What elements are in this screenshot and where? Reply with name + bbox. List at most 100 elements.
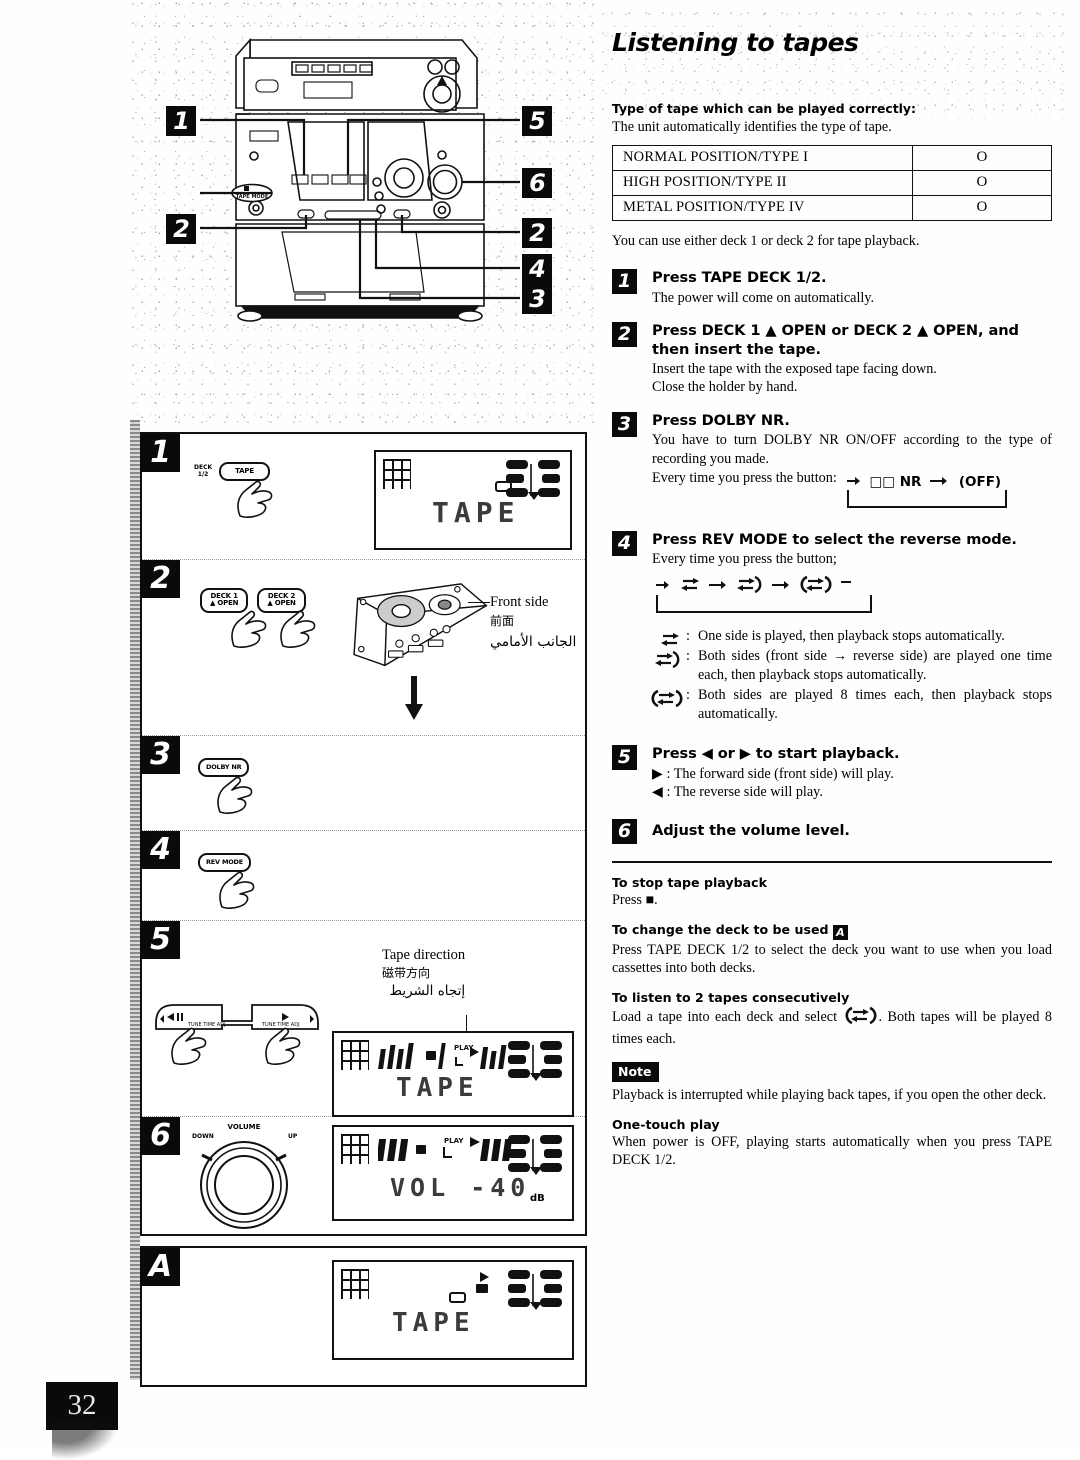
tape-type-label-0: NORMAL POSITION/TYPE I: [612, 145, 913, 172]
step-4: 4 Press REV MODE to select the reverse m…: [612, 531, 1052, 723]
front-side-leader-line: [468, 602, 490, 603]
callout-5: 5: [522, 106, 552, 136]
tape-type-label-1: HIGH POSITION/TYPE II: [612, 170, 913, 197]
consecutive-tapes-heading: To listen to 2 tapes consecutively: [612, 990, 850, 1006]
step-2: 2 Press DECK 1 ▲ OPEN or DECK 2 ▲ OPEN, …: [612, 322, 1052, 397]
display-panel-a: TAPE: [332, 1260, 574, 1360]
legend-item-one-side: : One side is played, then playback stop…: [652, 627, 1052, 646]
pressing-hand-icon: [234, 478, 276, 518]
step-4-heading: Press REV MODE to select the reverse mod…: [652, 531, 1017, 549]
step-2-badge: 2: [140, 560, 180, 598]
step-3-heading: Press DOLBY NR.: [652, 411, 790, 429]
front-side-label-en: Front side: [490, 594, 549, 610]
step-1: 1 Press TAPE DECK 1/2. The power will co…: [612, 269, 1052, 307]
step-4-body: Every time you press the button;: [652, 551, 837, 568]
table-row: NORMAL POSITION/TYPE I O: [612, 145, 1052, 172]
volume-knob-label: VOLUME: [227, 1123, 261, 1131]
right-column: Listening to tapes Type of tape which ca…: [612, 28, 1052, 1169]
left-column: TAPE MODE 1 5 6 2 2 4 3 1 DECK 1/2 TAPE …: [132, 10, 587, 1387]
dolby-cycle-label: Every time you press the button:: [652, 470, 837, 487]
tape-direction-label-ar: إتجاه الشريط: [389, 983, 466, 999]
lcd-grid-icon: [341, 1269, 369, 1299]
section-divider: [612, 860, 1052, 863]
tape-type-intro: The unit automatically identifies the ty…: [612, 119, 892, 135]
step-2-heading: Press DECK 1 ▲ OPEN or DECK 2 ▲ OPEN, an…: [652, 322, 1019, 358]
insert-direction-arrow-icon: [405, 676, 423, 720]
callout-1: 1: [166, 106, 196, 136]
pressing-hand-icon-left: [168, 1025, 210, 1065]
change-deck-heading: To change the deck to be used A: [612, 922, 1052, 941]
rev-cycle-loop-line: [656, 594, 872, 613]
pressing-hand-icon-right: [262, 1025, 304, 1065]
step-illustrations-frame: 1 DECK 1/2 TAPE TAPE 2 DECK 1 ▲ OPEN DEC…: [140, 432, 587, 1236]
reverse-text: The reverse side will play.: [673, 784, 823, 801]
display-step-1: TAPE: [374, 450, 572, 550]
front-side-label-ar: الجانب الأمامي: [490, 634, 577, 650]
tape-direction-label-en: Tape direction: [382, 947, 466, 963]
panel-a-badge: A: [140, 1248, 180, 1286]
front-side-label-group: Front side 前面 الجانب الأمامي: [468, 594, 577, 650]
step-2-panel: 2 DECK 1 ▲ OPEN DECK 2 ▲ OPEN Front side…: [140, 560, 585, 736]
reverse-symbol: ◀: [652, 784, 663, 801]
tape-direction-label-group: Tape direction 磁带方向 إتجاه الشريط: [382, 947, 465, 999]
deck-choice-note: You can use either deck 1 or deck 2 for …: [612, 233, 920, 250]
deck-indicator-icon: [506, 1268, 566, 1312]
step-5-panel: 5 TUNE TIME ADJ TUNE TIME ADJ Tape direc…: [140, 921, 585, 1117]
page-number: 32: [46, 1382, 118, 1460]
lcd-grid-icon: [341, 1134, 369, 1164]
lcd-grid-icon: [383, 459, 411, 489]
step-4-panel: 4 REV MODE: [140, 831, 585, 921]
cycle-arrow-icon: [930, 474, 948, 490]
panel-a-reference-badge: A: [832, 925, 848, 941]
cycle-arrow-in-icon: [656, 578, 670, 594]
step-3-badge: 3: [140, 736, 180, 774]
forward-text: The forward side (front side) will play.: [673, 765, 894, 782]
svg-text:TAPE MODE: TAPE MODE: [236, 194, 269, 200]
dolby-cycle-loop-line: [846, 490, 1008, 509]
scan-edge-artifact: [130, 420, 140, 1380]
step-1-heading: Press TAPE DECK 1/2.: [652, 269, 827, 287]
legend-item-both-repeat: : Both sides are played 8 times each, th…: [651, 686, 1052, 723]
tape-type-mark-2: O: [912, 195, 1052, 222]
tape-type-mark-0: O: [912, 145, 1052, 172]
forward-symbol: ▶: [652, 765, 663, 782]
cycle-corner-icon: [841, 578, 853, 594]
rev-mode-cycle-diagram: [656, 575, 872, 613]
rev-mode-both-sides-once-icon: [736, 575, 763, 597]
pressing-hand-icon: [216, 869, 258, 909]
volume-knob[interactable]: [184, 1135, 304, 1230]
step-5-heading: Press ◀ or ▶ to start playback.: [652, 745, 900, 763]
rev-mode-both-sides-repeat-icon: [799, 575, 833, 597]
dolby-nr-cycle-diagram: □□ NR (OFF): [846, 473, 1008, 509]
step-4-number: 4: [612, 531, 637, 557]
step-5-badge: 5: [140, 921, 180, 959]
deck-2-open-line2: ▲ OPEN: [267, 599, 296, 608]
display-step-5: PLAY TAPE: [332, 1031, 574, 1117]
stop-playback-heading: To stop tape playback: [612, 874, 767, 890]
rev-mode-both-sides-once-icon: [654, 650, 681, 673]
play-indicator-label: PLAY: [444, 1137, 464, 1145]
display-step-6: PLAY VOL -40 dB: [332, 1125, 574, 1221]
legend-text-both-repeat: Both sides are played 8 times each, then…: [698, 687, 1052, 722]
one-touch-play-heading: One-touch play: [612, 1116, 720, 1132]
display-text-panel-a: TAPE: [392, 1308, 475, 1338]
step-1-body: The power will come on automatically.: [652, 289, 875, 306]
pressing-hand-icon: [214, 774, 256, 814]
display-text-step-6: VOL -40: [390, 1173, 531, 1202]
step-6-number: 6: [612, 819, 637, 845]
tape-type-mark-1: O: [912, 170, 1052, 197]
callout-3: 3: [522, 284, 552, 314]
deck-indicator-icon: [504, 458, 564, 502]
step-3-panel: 3 DOLBY NR: [140, 736, 585, 831]
step-2-number: 2: [612, 322, 637, 348]
front-side-label-cn: 前面: [490, 614, 515, 628]
display-text-step-5: TAPE: [396, 1073, 479, 1103]
consecutive-tapes-body-pre: Load a tape into each deck and select: [612, 1009, 838, 1026]
pressing-hand-icon-right: [277, 608, 319, 648]
step-6-badge: 6: [140, 1117, 180, 1155]
one-touch-play-body: When power is OFF, playing starts automa…: [612, 1133, 1052, 1169]
panel-a: A TAPE: [140, 1246, 587, 1387]
consecutive-tapes-body: Load a tape into each deck and select . …: [612, 1006, 1052, 1047]
legend-item-both-once: : Both sides (front side → reverse side)…: [652, 647, 1052, 684]
step-5-line-forward: ▶ : The forward side (front side) will p…: [652, 765, 894, 782]
